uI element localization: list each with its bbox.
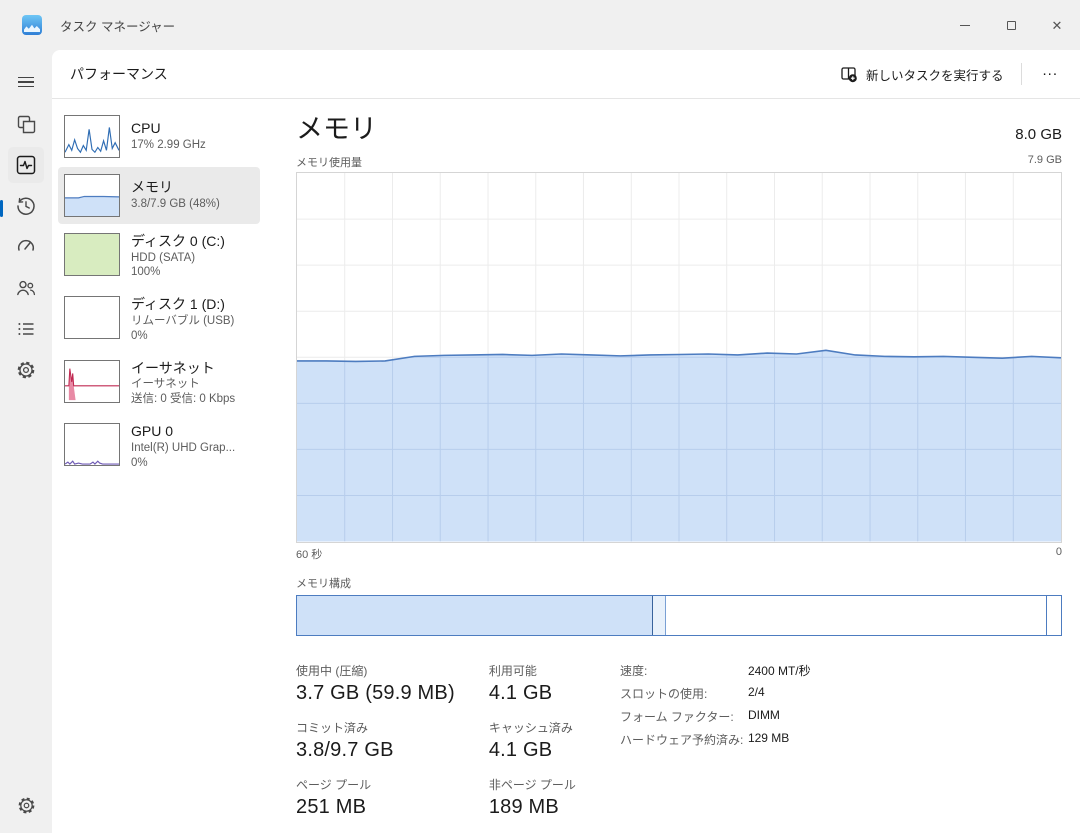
minimize-icon [960,25,970,26]
close-button[interactable]: ✕ [1034,0,1080,50]
disk0-thumbnail-chart [64,233,120,276]
settings-button[interactable] [8,787,44,823]
grid-windows-icon [17,115,36,134]
memory-stats: 使用中 (圧縮) 3.7 GB (59.9 MB) 利用可能 4.1 GB コミ… [296,662,1062,833]
page-title: パフォーマンス [70,64,168,84]
composition-segment-modified[interactable] [653,596,666,635]
memory-composition-label: メモリ構成 [296,575,1062,591]
composition-segment-standby[interactable] [666,596,1047,635]
stat-committed: コミット済み 3.8/9.7 GB [296,719,455,762]
memory-usage-label: メモリ使用量 [296,154,362,170]
more-options-button[interactable]: ... [1030,60,1070,89]
sidebar-item-startup-apps[interactable] [8,229,44,265]
maximize-button[interactable] [988,0,1034,50]
memory-detail-pane: メモリ 8.0 GB メモリ使用量 7.9 GB 60 秒 0 メモリ構成 [266,99,1080,833]
cpu-thumbnail-chart [64,115,120,158]
window-title: タスク マネージャー [60,16,175,35]
performance-resource-list: CPU 17% 2.99 GHz メモリ 3.8/7.9 GB (48%) [52,99,266,833]
run-new-task-label: 新しいタスクを実行する [866,65,1004,84]
task-manager-app-icon [22,15,42,35]
new-task-icon [841,66,858,83]
resource-title: イーサネット [131,360,235,378]
resource-item-gpu0[interactable]: GPU 0 Intel(R) UHD Grap... 0% [58,416,260,477]
resource-subtitle2: 0% [131,456,235,471]
gear-icon [17,796,36,815]
sidebar-item-app-history[interactable] [8,188,44,224]
resource-item-disk0[interactable]: ディスク 0 (C:) HDD (SATA) 100% [58,226,260,287]
selected-indicator [0,200,3,217]
resource-subtitle: HDD (SATA) [131,251,225,266]
close-icon: ✕ [1052,19,1063,32]
resource-item-ethernet[interactable]: イーサネット イーサネット 送信: 0 受信: 0 Kbps [58,353,260,414]
sidebar-item-performance[interactable] [8,147,44,183]
resource-item-memory[interactable]: メモリ 3.8/7.9 GB (48%) [58,167,260,224]
page-header: パフォーマンス 新しいタスクを実行する ... [52,50,1080,99]
composition-segment-in-use[interactable] [297,596,653,635]
navigation-rail [0,50,52,833]
memory-thumbnail-chart [64,174,120,217]
history-clock-icon [16,196,36,216]
stat-cached: キャッシュ済み 4.1 GB [489,719,576,762]
chart-x-left-label: 60 秒 [296,546,322,562]
resource-subtitle2: 0% [131,329,234,344]
resource-title: ディスク 1 (D:) [131,296,234,314]
stat-speed: 速度: 2400 MT/秒 [620,662,811,679]
main-card: パフォーマンス 新しいタスクを実行する ... [52,50,1080,833]
memory-composition-bar[interactable] [296,595,1062,636]
title-bar: タスク マネージャー ✕ [0,0,1080,50]
ethernet-thumbnail-chart [64,360,120,403]
gauge-icon [16,237,36,257]
resource-subtitle2: 送信: 0 受信: 0 Kbps [131,392,235,407]
people-icon [16,278,36,298]
resource-subtitle: 17% 2.99 GHz [131,138,206,153]
memory-pane-title: メモリ [296,107,377,146]
stat-slots-used: スロットの使用: 2/4 [620,685,811,702]
resource-title: GPU 0 [131,423,235,441]
gpu0-thumbnail-chart [64,423,120,466]
pulse-square-icon [16,155,36,175]
run-new-task-button[interactable]: 新しいタスクを実行する [831,59,1014,90]
chart-x-right-label: 0 [1056,546,1062,562]
resource-item-cpu[interactable]: CPU 17% 2.99 GHz [58,108,260,165]
resource-title: CPU [131,120,206,138]
resource-item-disk1[interactable]: ディスク 1 (D:) リムーバブル (USB) 0% [58,289,260,350]
stat-in-use: 使用中 (圧縮) 3.7 GB (59.9 MB) [296,662,455,705]
maximize-icon [1007,21,1016,30]
resource-subtitle: イーサネット [131,377,235,392]
hamburger-menu-button[interactable] [8,64,44,100]
memory-usage-chart [296,172,1062,543]
resource-subtitle: リムーバブル (USB) [131,314,234,329]
resource-title: メモリ [131,179,220,197]
stat-paged-pool: ページ プール 251 MB [296,776,455,819]
resource-title: ディスク 0 (C:) [131,233,225,251]
header-divider [1021,63,1022,85]
sidebar-item-details[interactable] [8,311,44,347]
stat-hw-reserved: ハードウェア予約済み: 129 MB [620,731,811,748]
sidebar-item-services[interactable] [8,352,44,388]
resource-subtitle: Intel(R) UHD Grap... [131,441,235,456]
stat-non-paged-pool: 非ページ プール 189 MB [489,776,576,819]
chart-y-max-label: 7.9 GB [1028,154,1062,170]
gear-outline-icon [16,360,36,380]
resource-subtitle2: 100% [131,265,225,280]
sidebar-item-users[interactable] [8,270,44,306]
hamburger-icon [18,77,34,87]
minimize-button[interactable] [942,0,988,50]
disk1-thumbnail-chart [64,296,120,339]
sidebar-item-processes[interactable] [8,106,44,142]
stat-available: 利用可能 4.1 GB [489,662,576,705]
resource-subtitle: 3.8/7.9 GB (48%) [131,197,220,212]
list-icon [16,319,36,339]
stat-form-factor: フォーム ファクター: DIMM [620,708,811,725]
memory-total-capacity: 8.0 GB [1015,126,1062,146]
composition-segment-free[interactable] [1047,596,1061,635]
